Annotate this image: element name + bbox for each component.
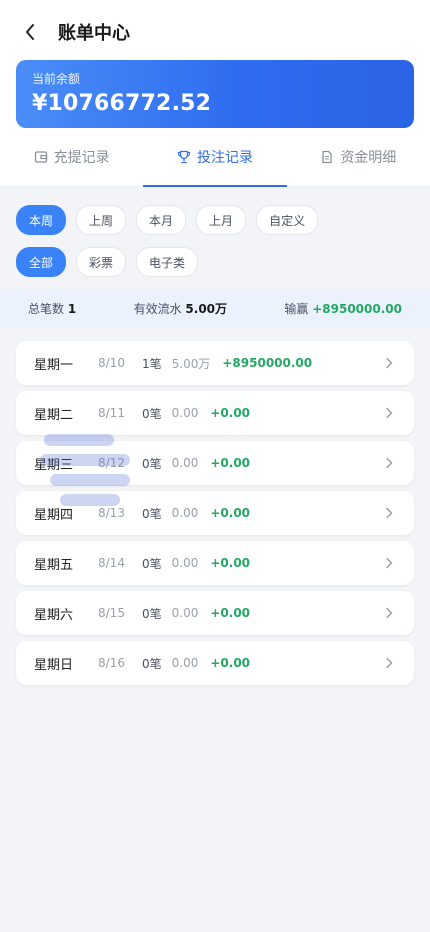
summary-bar: 总笔数 1 有效流水 5.00万 输赢 +8950000.00 bbox=[0, 289, 430, 327]
row-day: 星期一 bbox=[34, 357, 74, 373]
row-count: 1笔 bbox=[142, 356, 162, 371]
row-count: 0笔 bbox=[142, 506, 162, 521]
summary-winloss-label: 输赢 bbox=[284, 301, 309, 316]
list-item[interactable]: 星期二 8/11 0笔 0.00 +0.00 bbox=[16, 391, 414, 435]
summary-flow-value: 5.00万 bbox=[185, 301, 228, 316]
summary-winloss: 输赢 +8950000.00 bbox=[284, 300, 402, 317]
tab-bet-records[interactable]: 投注记录 bbox=[143, 128, 287, 187]
row-amount: 0.00 bbox=[171, 656, 199, 670]
row-day: 星期三 bbox=[34, 457, 74, 473]
list-item[interactable]: 星期五 8/14 0笔 0.00 +0.00 bbox=[16, 541, 414, 585]
row-date: 8/13 bbox=[98, 506, 125, 520]
row-date: 8/14 bbox=[98, 556, 125, 570]
filter-section: 本周 上周 本月 上月 自定义 全部 彩票 电子类 bbox=[0, 187, 430, 277]
row-winloss: +0.00 bbox=[210, 656, 251, 670]
row-date: 8/10 bbox=[98, 356, 125, 370]
summary-flow-label: 有效流水 bbox=[133, 301, 182, 316]
list-item[interactable]: 星期三 8/12 0笔 0.00 +0.00 bbox=[16, 441, 414, 485]
summary-winloss-value: +8950000.00 bbox=[312, 301, 402, 316]
row-amount: 0.00 bbox=[171, 556, 199, 570]
row-count: 0笔 bbox=[142, 556, 162, 571]
chevron-right-icon bbox=[382, 656, 396, 670]
row-date: 8/16 bbox=[98, 656, 125, 670]
row-date: 8/11 bbox=[98, 406, 125, 420]
tab-bar: 充提记录 投注记录 资金明细 bbox=[0, 128, 430, 187]
row-date: 8/15 bbox=[98, 606, 125, 620]
tab-label: 充提记录 bbox=[53, 150, 110, 166]
row-winloss: +0.00 bbox=[210, 456, 251, 470]
balance-value: ¥10766772.52 bbox=[32, 91, 212, 116]
time-filter-row: 本周 上周 本月 上月 自定义 bbox=[16, 205, 414, 235]
row-amount: 0.00 bbox=[171, 406, 199, 420]
chevron-right-icon bbox=[382, 406, 396, 420]
filter-custom[interactable]: 自定义 bbox=[256, 205, 319, 235]
row-day: 星期五 bbox=[34, 557, 74, 573]
chevron-right-icon bbox=[382, 456, 396, 470]
filter-all[interactable]: 全部 bbox=[16, 247, 67, 277]
tab-label: 资金明细 bbox=[340, 150, 397, 166]
summary-total-label: 总笔数 bbox=[28, 301, 65, 316]
tab-deposit-withdraw[interactable]: 充提记录 bbox=[0, 128, 143, 186]
back-button[interactable] bbox=[18, 20, 42, 44]
chevron-left-icon bbox=[26, 24, 34, 40]
row-count: 0笔 bbox=[142, 456, 162, 471]
row-winloss: +0.00 bbox=[210, 506, 251, 520]
filter-lottery[interactable]: 彩票 bbox=[76, 247, 127, 277]
document-icon bbox=[322, 150, 332, 164]
row-winloss: +0.00 bbox=[210, 556, 251, 570]
filter-last-month[interactable]: 上月 bbox=[196, 205, 247, 235]
list-item[interactable]: 星期六 8/15 0笔 0.00 +0.00 bbox=[16, 591, 414, 635]
summary-total: 总笔数 1 bbox=[28, 300, 76, 317]
filter-this-week[interactable]: 本周 bbox=[16, 205, 67, 235]
balance-label: 当前余额 bbox=[32, 72, 81, 86]
row-amount: 0.00 bbox=[171, 456, 199, 470]
trophy-icon bbox=[177, 150, 191, 164]
row-count: 0笔 bbox=[142, 656, 162, 671]
chevron-right-icon bbox=[382, 356, 396, 370]
wallet-icon bbox=[34, 151, 47, 163]
balance-card: 当前余额 ¥10766772.52 bbox=[16, 60, 414, 128]
row-amount: 5.00万 bbox=[171, 356, 211, 371]
filter-electronic[interactable]: 电子类 bbox=[136, 247, 199, 277]
row-count: 0笔 bbox=[142, 406, 162, 421]
chevron-right-icon bbox=[382, 606, 396, 620]
daily-record-list: 星期一 8/10 1笔 5.00万 +8950000.00 星期二 8/11 0… bbox=[0, 327, 430, 685]
tab-label: 投注记录 bbox=[196, 150, 253, 166]
chevron-right-icon bbox=[382, 556, 396, 570]
summary-total-value: 1 bbox=[67, 301, 77, 316]
row-count: 0笔 bbox=[142, 606, 162, 621]
list-item[interactable]: 星期一 8/10 1笔 5.00万 +8950000.00 bbox=[16, 341, 414, 385]
row-day: 星期六 bbox=[34, 607, 74, 623]
list-item[interactable]: 星期四 8/13 0笔 0.00 +0.00 bbox=[16, 491, 414, 535]
header-bar: 账单中心 bbox=[0, 0, 430, 64]
row-winloss: +0.00 bbox=[210, 606, 251, 620]
filter-this-month[interactable]: 本月 bbox=[136, 205, 187, 235]
row-amount: 0.00 bbox=[171, 606, 199, 620]
summary-flow: 有效流水 5.00万 bbox=[134, 300, 227, 317]
row-day: 星期二 bbox=[34, 407, 74, 423]
balance-area: 当前余额 ¥10766772.52 bbox=[0, 60, 430, 128]
tab-fund-details[interactable]: 资金明细 bbox=[287, 128, 430, 186]
row-date: 8/12 bbox=[98, 456, 125, 470]
chevron-right-icon bbox=[382, 506, 396, 520]
category-filter-row: 全部 彩票 电子类 bbox=[16, 247, 414, 277]
row-winloss: +8950000.00 bbox=[222, 356, 313, 370]
row-winloss: +0.00 bbox=[210, 406, 251, 420]
row-day: 星期日 bbox=[34, 657, 74, 673]
filter-last-week[interactable]: 上周 bbox=[76, 205, 127, 235]
page-title: 账单中心 bbox=[58, 23, 130, 44]
row-amount: 0.00 bbox=[171, 506, 199, 520]
row-day: 星期四 bbox=[34, 507, 74, 523]
list-item[interactable]: 星期日 8/16 0笔 0.00 +0.00 bbox=[16, 641, 414, 685]
